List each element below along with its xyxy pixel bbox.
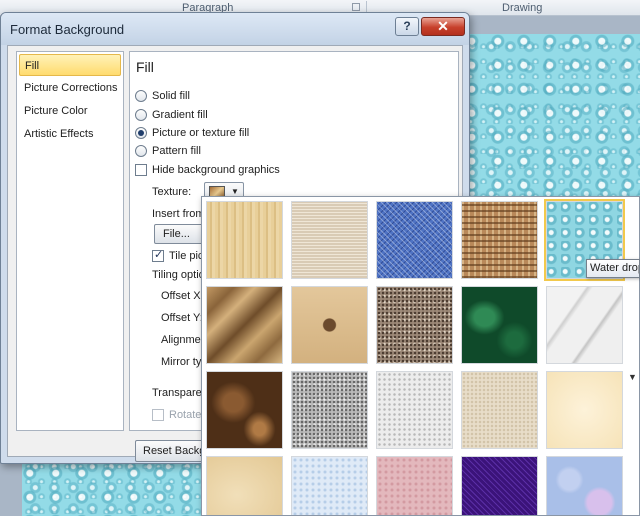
category-nav: Fill Picture Corrections Picture Color A… bbox=[16, 51, 124, 431]
texture-tile-white-marble[interactable] bbox=[546, 286, 623, 364]
texture-tile-woven-mat[interactable] bbox=[461, 201, 538, 279]
offset-y-label: Offset Y: bbox=[161, 312, 203, 324]
ribbon-group-drawing: Drawing bbox=[502, 2, 543, 14]
close-button[interactable]: ✕ bbox=[421, 17, 465, 36]
panel-heading: Fill bbox=[136, 59, 154, 75]
offset-x-label: Offset X: bbox=[161, 290, 204, 302]
texture-tile-green-marble[interactable] bbox=[461, 286, 538, 364]
tile-picture-checkbox[interactable] bbox=[152, 248, 164, 262]
rotate-with-shape-checkbox[interactable] bbox=[152, 409, 164, 421]
picture-texture-fill-option[interactable]: Picture or texture fill bbox=[135, 125, 249, 141]
hide-background-graphics-checkbox[interactable] bbox=[135, 164, 147, 176]
file-button[interactable]: File... bbox=[154, 224, 206, 244]
solid-fill-radio[interactable] bbox=[135, 90, 147, 102]
texture-tile-sand-granite[interactable] bbox=[376, 286, 453, 364]
insert-from-label: Insert from bbox=[152, 208, 205, 220]
texture-tile-denim[interactable] bbox=[376, 201, 453, 279]
texture-tile-paper-bag[interactable] bbox=[206, 286, 283, 364]
pattern-fill-label: Pattern fill bbox=[152, 145, 201, 157]
picture-texture-fill-radio[interactable] bbox=[135, 127, 147, 139]
texture-tile-newsprint[interactable] bbox=[376, 371, 453, 449]
hide-background-graphics-option[interactable]: Hide background graphics bbox=[135, 162, 280, 178]
texture-tile-brown-marble[interactable] bbox=[206, 371, 283, 449]
solid-fill-label: Solid fill bbox=[152, 90, 190, 102]
texture-label: Texture: bbox=[152, 186, 192, 198]
help-button[interactable]: ? bbox=[395, 17, 419, 36]
texture-tooltip: Water drop bbox=[586, 259, 640, 278]
nav-item-artistic-effects[interactable]: Artistic Effects bbox=[19, 123, 121, 145]
dialog-title: Format Background bbox=[10, 22, 125, 37]
texture-gallery bbox=[201, 196, 640, 516]
picture-texture-fill-label: Picture or texture fill bbox=[152, 127, 250, 139]
gradient-fill-radio[interactable] bbox=[135, 109, 147, 121]
texture-tile-canvas[interactable] bbox=[291, 201, 368, 279]
texture-tile-granite[interactable] bbox=[291, 371, 368, 449]
tiling-options-label: Tiling optio bbox=[152, 269, 205, 281]
texture-tile-blue-tissue[interactable] bbox=[291, 456, 368, 515]
gradient-fill-label: Gradient fill bbox=[152, 109, 208, 121]
mirror-type-label: Mirror ty: bbox=[161, 356, 205, 368]
rotate-with-shape-option[interactable]: Rotate bbox=[152, 407, 201, 423]
texture-tile-parchment[interactable] bbox=[546, 371, 623, 449]
dialog-title-bar[interactable]: Format Background ? ✕ bbox=[1, 13, 469, 45]
texture-tile-papyrus[interactable] bbox=[206, 201, 283, 279]
pattern-fill-radio[interactable] bbox=[135, 145, 147, 157]
texture-tile-fish-fossil[interactable] bbox=[291, 286, 368, 364]
tile-picture-option[interactable]: Tile pic bbox=[152, 248, 203, 264]
texture-tile-recycled-paper[interactable] bbox=[461, 371, 538, 449]
transparency-label: Transparen bbox=[152, 387, 208, 399]
nav-item-picture-corrections[interactable]: Picture Corrections bbox=[19, 77, 121, 99]
nav-item-fill[interactable]: Fill bbox=[19, 54, 121, 76]
texture-tile-bouquet[interactable] bbox=[546, 456, 623, 515]
solid-fill-option[interactable]: Solid fill bbox=[135, 88, 190, 104]
texture-tile-stationery[interactable] bbox=[206, 456, 283, 515]
chevron-down-icon: ▼ bbox=[231, 187, 239, 196]
hide-background-graphics-label: Hide background graphics bbox=[152, 164, 280, 176]
texture-tile-purple-mesh[interactable] bbox=[461, 456, 538, 515]
gallery-scroll-down-icon[interactable]: ▼ bbox=[628, 372, 637, 382]
alignment-label: Alignmen bbox=[161, 334, 207, 346]
tile-picture-label: Tile pic bbox=[169, 250, 204, 262]
texture-tile-pink-tissue[interactable] bbox=[376, 456, 453, 515]
paragraph-launcher-icon[interactable] bbox=[352, 3, 360, 11]
nav-item-picture-color[interactable]: Picture Color bbox=[19, 100, 121, 122]
rotate-with-shape-label: Rotate bbox=[169, 409, 202, 421]
gradient-fill-option[interactable]: Gradient fill bbox=[135, 107, 208, 123]
pattern-fill-option[interactable]: Pattern fill bbox=[135, 143, 201, 159]
